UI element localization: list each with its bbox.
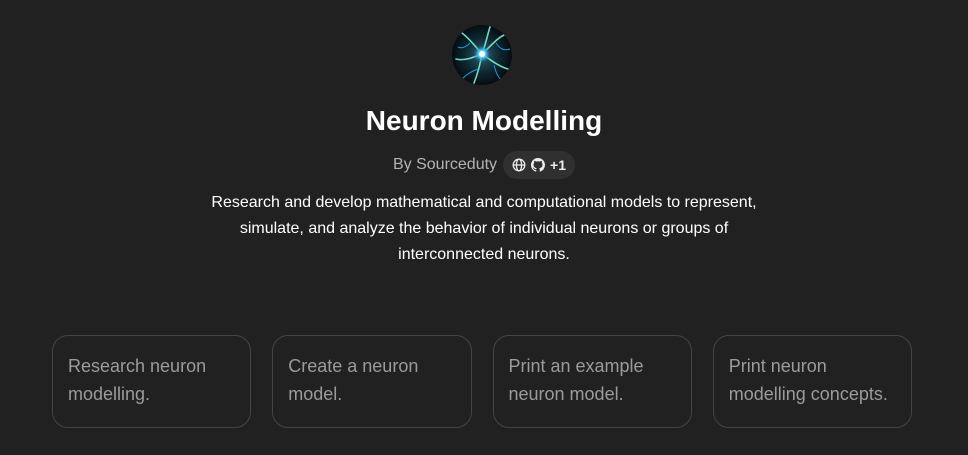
- conversation-starters: Research neuron modelling. Create a neur…: [52, 335, 912, 428]
- starter-card[interactable]: Create a neuron model.: [272, 335, 472, 428]
- github-icon: [531, 158, 546, 172]
- gpt-description: Research and develop mathematical and co…: [211, 194, 757, 263]
- globe-icon: [512, 158, 526, 172]
- starter-card[interactable]: Research neuron modelling.: [52, 335, 252, 428]
- neuron-avatar-icon: [452, 25, 512, 85]
- byline: By Sourceduty +1: [0, 151, 968, 179]
- author-label: By Sourceduty: [392, 156, 498, 173]
- extra-links-count: +1: [550, 157, 567, 173]
- links-pill[interactable]: +1: [503, 151, 576, 179]
- starter-card[interactable]: Print neuron modelling concepts.: [712, 335, 912, 428]
- gpt-home: Neuron Modelling By Sourceduty +1 Resear…: [0, 0, 968, 455]
- starter-card[interactable]: Print an example neuron model.: [492, 335, 692, 428]
- gpt-title: Neuron Modelling: [365, 105, 603, 136]
